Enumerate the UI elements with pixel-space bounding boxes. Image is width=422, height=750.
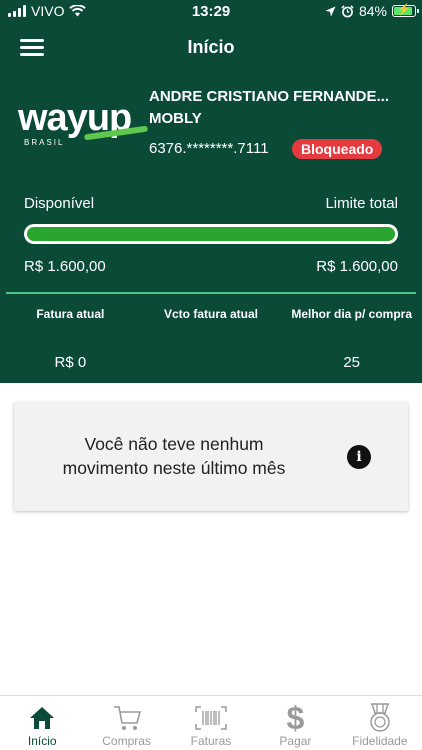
- available-value: R$ 1.600,00: [24, 258, 106, 275]
- total-limit-label: Limite total: [325, 195, 398, 212]
- barcode-icon: [195, 706, 227, 730]
- divider: [6, 292, 416, 294]
- tab-pagar[interactable]: $ Pagar: [253, 696, 337, 750]
- card-number: 6376.********.7111: [149, 140, 269, 157]
- cart-icon: [113, 706, 141, 730]
- battery-icon: ⚡: [392, 4, 419, 17]
- available-label: Disponível: [24, 195, 95, 212]
- empty-message: Você não teve nenhum movimento neste últ…: [62, 434, 286, 478]
- empty-movements-card: Você não teve nenhum movimento neste últ…: [14, 402, 408, 511]
- total-limit-value: R$ 1.600,00: [316, 258, 398, 275]
- medal-icon: [370, 703, 390, 732]
- invoice-summary: Fatura atual R$ 0 Vcto fatura atual Melh…: [0, 304, 422, 371]
- card-holder: ANDRE CRISTIANO FERNANDE... MOBLY: [149, 86, 409, 130]
- tab-bar: Início Compras Faturas $ Pagar Fidelidad…: [0, 695, 422, 750]
- holder-name: ANDRE CRISTIANO FERNANDE...: [149, 88, 390, 105]
- alarm-icon: [341, 4, 354, 17]
- holder-company: MOBLY: [149, 110, 202, 127]
- tab-compras[interactable]: Compras: [84, 696, 168, 750]
- tab-faturas[interactable]: Faturas: [169, 696, 253, 750]
- home-icon: [30, 707, 55, 729]
- dollar-icon: $: [286, 699, 305, 736]
- limit-progress-bar: [24, 224, 398, 244]
- header-panel: VIVO 13:29 84% ⚡ Início wayup BRASIL AND…: [0, 0, 422, 383]
- battery-percent: 84%: [358, 3, 387, 19]
- summary-current-invoice: Fatura atual R$ 0: [36, 307, 105, 371]
- tab-fidelidade[interactable]: Fidelidade: [338, 696, 422, 750]
- page-title: Início: [187, 37, 235, 57]
- location-arrow-icon: [325, 6, 336, 16]
- status-bar: VIVO 13:29 84% ⚡: [0, 0, 422, 24]
- status-badge: Bloqueado: [292, 139, 383, 159]
- summary-due-date: Vcto fatura atual: [163, 307, 259, 321]
- limit-progress-fill: [27, 227, 395, 241]
- tab-inicio[interactable]: Início: [0, 696, 84, 750]
- summary-best-day: Melhor dia p/ compra 25: [291, 307, 413, 371]
- info-icon[interactable]: i: [347, 445, 371, 469]
- wayup-logo: wayup BRASIL: [18, 99, 149, 150]
